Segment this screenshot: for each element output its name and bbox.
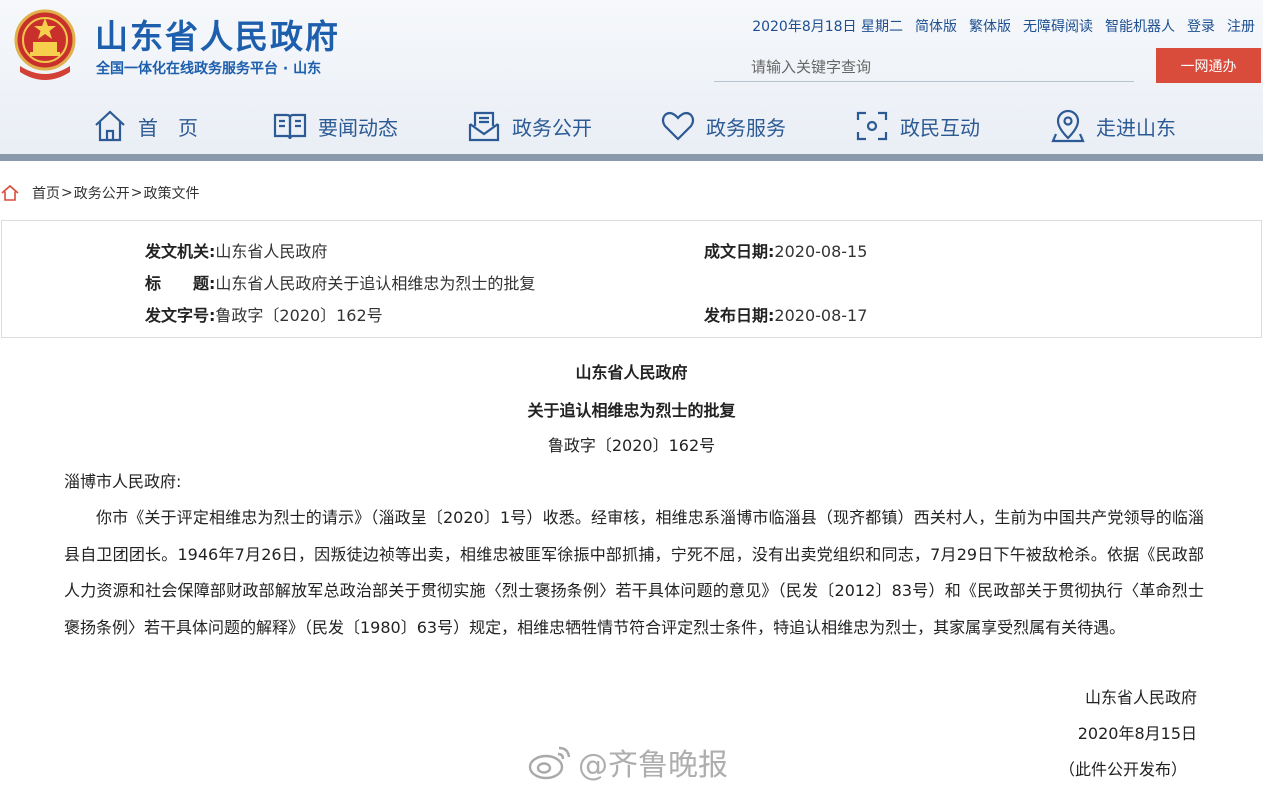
weibo-icon [528, 746, 571, 780]
site-header: 山东省人民政府 全国一体化在线政务服务平台 · 山东 2020年8月18日 星期… [0, 0, 1263, 161]
meta-published-date: 发布日期:2020-08-17 [704, 302, 867, 326]
nav-label-shandong: 走进山东 [1096, 115, 1176, 140]
document-org: 山东省人民政府 [575, 363, 688, 382]
meta-written-value: 2020-08-15 [774, 242, 868, 261]
document-sign-date: 2020年8月15日 [1077, 724, 1197, 743]
one-network-button[interactable]: 一网通办 [1156, 48, 1261, 83]
simplified-link[interactable]: 简体版 [915, 16, 957, 36]
top-bar: 2020年8月18日 星期二 简体版 繁体版 无障碍阅读 智能机器人 登录 注册 [752, 16, 1255, 36]
meta-doc-no-value: 鲁政字〔2020〕162号 [215, 306, 383, 325]
meta-title-value: 山东省人民政府关于追认相维忠为烈士的批复 [215, 274, 536, 293]
breadcrumb: 首页 > 政务公开 > 政策文件 [0, 183, 199, 203]
breadcrumb-policy-docs[interactable]: 政策文件 [143, 183, 199, 203]
nav-label-services: 政务服务 [706, 115, 786, 140]
document-addressee: 淄博市人民政府: [64, 472, 182, 491]
national-emblem-icon [14, 9, 76, 80]
interaction-icon [856, 111, 888, 141]
breadcrumb-gov-affairs[interactable]: 政务公开 [74, 183, 130, 203]
meta-title: 标 题:山东省人民政府关于追认相维忠为烈士的批复 [145, 270, 535, 294]
nav-label-gov-affairs: 政务公开 [512, 115, 592, 140]
document-signature: 山东省人民政府 [1084, 688, 1197, 707]
nav-item-gov-affairs[interactable]: 政务公开 [466, 108, 592, 144]
breadcrumb-separator: > [61, 185, 73, 201]
nav-label-news: 要闻动态 [318, 115, 398, 140]
home-icon [95, 110, 125, 142]
nav-label-home: 首 页 [138, 115, 198, 140]
current-date: 2020年8月18日 星期二 [752, 19, 903, 35]
document-body: 你市《关于评定相维忠为烈士的请示》（淄政呈〔2020〕1号）收悉。经审核，相维忠… [64, 508, 1204, 637]
meta-doc-no: 发文字号:鲁政字〔2020〕162号 [145, 302, 383, 326]
meta-title-label: 标 题: [145, 274, 216, 293]
meta-issuer-value: 山东省人民政府 [215, 242, 328, 261]
nav-item-news[interactable]: 要闻动态 [272, 108, 398, 144]
watermark-text: @齐鲁晚报 [578, 748, 728, 783]
meta-issuer: 发文机关:山东省人民政府 [145, 238, 327, 262]
nav-item-home[interactable]: 首 页 [92, 108, 198, 144]
register-link[interactable]: 注册 [1227, 16, 1255, 36]
home-icon [1, 184, 19, 201]
document-title: 关于追认相维忠为烈士的批复 [527, 401, 736, 420]
breadcrumb-home[interactable]: 首页 [32, 183, 60, 203]
nav-label-interaction: 政民互动 [900, 115, 980, 140]
traditional-link[interactable]: 繁体版 [969, 16, 1011, 36]
heart-icon [661, 111, 695, 141]
nav-divider [0, 154, 1263, 161]
document-meta-box: 发文机关:山东省人民政府 成文日期:2020-08-15 标 题:山东省人民政府… [1, 220, 1262, 338]
meta-published-value: 2020-08-17 [774, 306, 868, 325]
meta-written-date: 成文日期:2020-08-15 [704, 238, 867, 262]
meta-issuer-label: 发文机关: [145, 242, 216, 261]
search-input[interactable] [714, 52, 1134, 82]
site-title[interactable]: 山东省人民政府 [95, 10, 340, 58]
login-link[interactable]: 登录 [1187, 16, 1215, 36]
robot-link[interactable]: 智能机器人 [1105, 16, 1175, 36]
meta-published-label: 发布日期: [704, 306, 775, 325]
nav-item-shandong[interactable]: 走进山东 [1050, 108, 1176, 144]
nav-item-services[interactable]: 政务服务 [660, 108, 786, 144]
weibo-watermark: @齐鲁晚报 [526, 740, 728, 784]
breadcrumb-separator: > [130, 185, 143, 201]
meta-written-label: 成文日期: [704, 242, 775, 261]
inbox-icon [468, 111, 500, 142]
book-icon [273, 113, 307, 140]
document-number: 鲁政字〔2020〕162号 [547, 436, 716, 455]
nav-item-interaction[interactable]: 政民互动 [854, 108, 980, 144]
location-icon [1051, 109, 1085, 143]
site-subtitle[interactable]: 全国一体化在线政务服务平台 · 山东 [96, 58, 321, 78]
main-nav: 首 页 要闻动态 政务公开 政务服务 政民互动 走进山东 [0, 100, 1263, 155]
document-release-note: （此件公开发布） [1058, 760, 1187, 779]
meta-doc-no-label: 发文字号: [145, 306, 216, 325]
accessibility-link[interactable]: 无障碍阅读 [1023, 16, 1093, 36]
